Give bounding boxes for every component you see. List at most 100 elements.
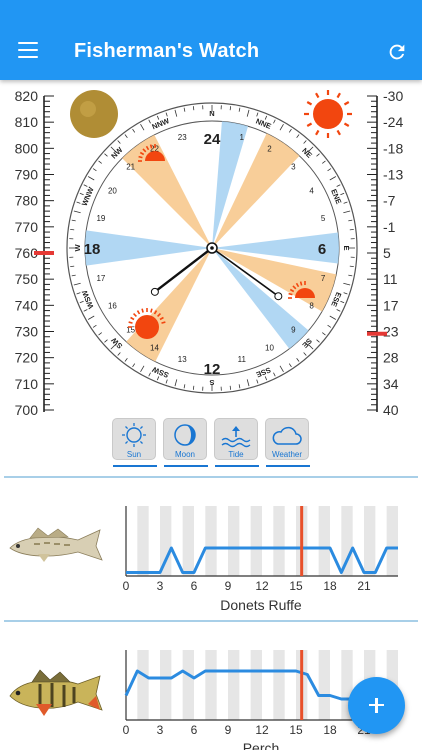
app-bar: Fisherman's Watch — [0, 0, 422, 80]
chart-stripe — [318, 650, 330, 720]
chart-tick-label: 21 — [357, 579, 371, 593]
temperature-scale-label: -7 — [383, 193, 396, 209]
sun-ray — [336, 92, 341, 99]
pressure-scale-label: 770 — [15, 219, 39, 235]
pressure-scale-label: 790 — [15, 167, 39, 183]
temperature-scale-label: 11 — [383, 271, 398, 287]
temperature-scale-label: 28 — [383, 350, 399, 366]
pressure-scale-marker — [34, 251, 54, 255]
weather-mode-button[interactable]: Weather — [265, 418, 310, 467]
hour-label: 13 — [178, 355, 187, 364]
direction-label: S — [209, 378, 214, 387]
pressure-scale-label: 820 — [15, 88, 39, 104]
chart-stripe — [228, 506, 240, 576]
chart-tick-label: 9 — [225, 723, 232, 737]
sun-icon — [122, 423, 146, 447]
chart-tick-label: 18 — [323, 579, 337, 593]
sun-ray — [306, 101, 313, 106]
chart-stripe — [137, 650, 149, 720]
noon-sun-icon-ray — [141, 308, 144, 313]
hour-label: 10 — [265, 344, 274, 353]
noon-sun-icon-ray — [161, 321, 166, 324]
moon-mode-label: Moon — [174, 450, 195, 459]
chart-tick-label: 6 — [191, 579, 198, 593]
sun-ray — [306, 122, 313, 127]
chart-stripe — [182, 650, 194, 720]
chart-stripe — [250, 506, 262, 576]
hour-label: 7 — [321, 274, 326, 283]
noon-sun-icon — [135, 315, 159, 339]
hour-label: 4 — [309, 187, 314, 196]
fish-name: Donets Ruffe — [220, 597, 302, 613]
pressure-scale-label: 710 — [15, 376, 39, 392]
sun-mode-button[interactable]: Sun — [112, 418, 157, 467]
chart-stripe — [250, 650, 262, 720]
weather-mode-label: Weather — [271, 450, 303, 459]
hour-label: 23 — [178, 133, 187, 142]
moon-mode-underline — [164, 465, 208, 467]
temperature-scale-label: 17 — [383, 297, 399, 313]
moon-icon — [174, 424, 196, 446]
chart-tick-label: 3 — [157, 723, 164, 737]
main-hour-label: 24 — [204, 131, 221, 148]
hour-label: 14 — [150, 344, 159, 353]
hour-label: 8 — [309, 302, 314, 311]
menu-icon[interactable] — [18, 42, 38, 58]
pressure-scale-label: 750 — [15, 271, 39, 287]
refresh-icon[interactable] — [386, 41, 408, 63]
chart-stripe — [228, 650, 240, 720]
hour-label: 5 — [321, 214, 326, 223]
hour-label: 9 — [291, 325, 296, 334]
temperature-scale-label: 5 — [383, 245, 391, 261]
temperature-scale-marker — [367, 331, 387, 336]
chart-tick-label: 12 — [255, 579, 269, 593]
sunset-icon-ray — [138, 155, 143, 159]
pressure-scale-label: 730 — [15, 324, 39, 340]
moon-mode-button[interactable]: Moon — [163, 418, 208, 467]
hour-label: 21 — [126, 163, 135, 172]
solunar-dial: 820810800790780770760750740730720710700-… — [15, 88, 404, 418]
chart-stripe — [273, 650, 285, 720]
main-hour-label: 6 — [318, 241, 326, 258]
sun-ray — [315, 92, 320, 99]
sun-ray — [315, 129, 320, 136]
temperature-scale-label: 34 — [383, 376, 399, 392]
cloud-icon — [272, 426, 302, 445]
chart-stripe — [205, 506, 217, 576]
fish-row-ruffe[interactable]: 0 3 6 9 12 15 18 21 Donets Ruffe — [0, 478, 422, 618]
dial-tick — [192, 385, 195, 390]
chart-stripe — [386, 506, 398, 576]
pressure-scale-label: 740 — [15, 297, 39, 313]
chart-tick-label: 15 — [289, 579, 303, 593]
sunrise-icon-ray — [299, 281, 303, 286]
tide-mode-button[interactable]: Tide — [214, 418, 259, 467]
chart-tick-label: 0 — [123, 579, 130, 593]
chart-tick-label: 18 — [323, 723, 337, 737]
temperature-scale-label: -24 — [383, 114, 403, 130]
temperature-scale-label: 40 — [383, 402, 399, 418]
main-hour-label: 18 — [84, 241, 101, 258]
sun-mode-label: Sun — [126, 450, 142, 459]
hour-label: 3 — [291, 163, 296, 172]
chart-tick-label: 9 — [225, 579, 232, 593]
dial-center-dot — [210, 246, 214, 250]
hour-label: 2 — [267, 144, 272, 153]
temperature-scale-label: -30 — [383, 88, 403, 104]
sunrise-icon-ray — [288, 292, 293, 296]
hour-label: 1 — [240, 133, 245, 142]
dial-tick — [70, 228, 75, 231]
pressure-scale-label: 700 — [15, 402, 39, 418]
hour-label: 19 — [96, 214, 105, 223]
pressure-scale-label: 720 — [15, 350, 39, 366]
sun-ray — [343, 101, 350, 106]
add-fish-button[interactable] — [348, 677, 405, 734]
clock-hand-knob — [274, 292, 283, 301]
chart-stripe — [182, 506, 194, 576]
chart-stripe — [273, 506, 285, 576]
hour-label: 17 — [96, 274, 105, 283]
dial-tick — [229, 106, 232, 111]
clock-hand-knob — [150, 287, 159, 296]
temperature-scale-label: -13 — [383, 167, 403, 183]
dial-tick — [349, 228, 354, 231]
direction-label: E — [342, 245, 351, 250]
